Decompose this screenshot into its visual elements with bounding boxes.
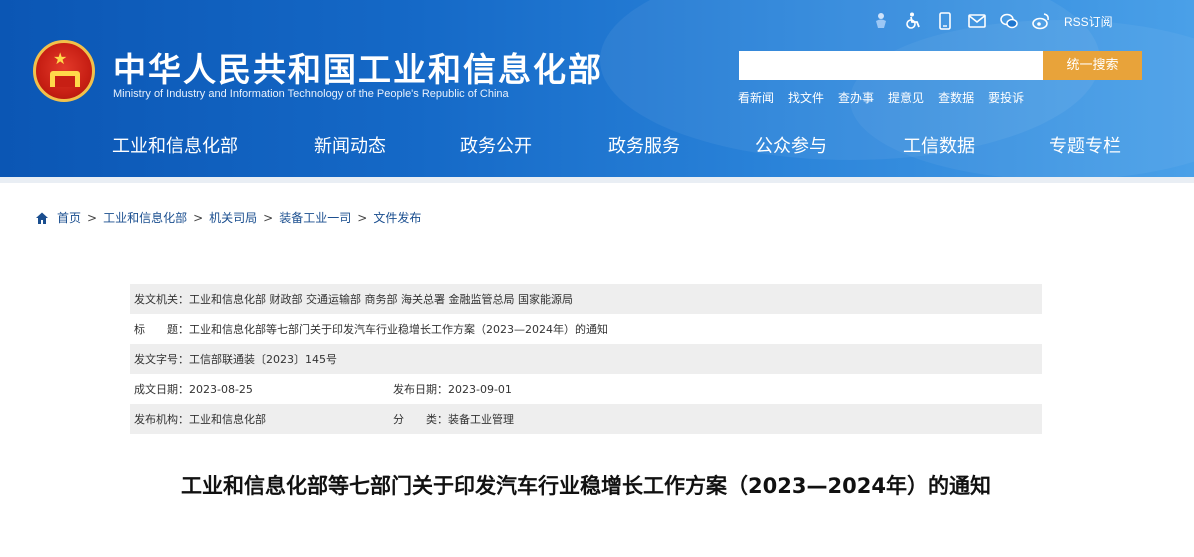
header-divider — [0, 177, 1194, 183]
site-title[interactable]: 中华人民共和国工业和信息化部 — [113, 43, 603, 91]
search-input[interactable] — [739, 51, 1043, 80]
nav-item-services[interactable]: 政务服务 — [608, 132, 680, 158]
main-nav: 工业和信息化部 新闻动态 政务公开 政务服务 公众参与 工信数据 专题专栏 — [0, 126, 1194, 162]
info-row-doc-number: 发文字号：工信部联通装〔2023〕145号 — [130, 344, 1042, 374]
category-value: 分 类：装备工业管理 — [393, 413, 514, 426]
quick-link-news[interactable]: 看新闻 — [738, 89, 774, 106]
publisher-value: 发布机构：工业和信息化部 — [134, 413, 266, 426]
site-header: ★ 中华人民共和国工业和信息化部 Ministry of Industry an… — [0, 0, 1194, 177]
gate-shape — [55, 76, 75, 87]
doc-number-value: 发文字号：工信部联通装〔2023〕145号 — [134, 353, 337, 366]
search-button[interactable]: 统一搜索 — [1043, 51, 1142, 80]
quick-links: 看新闻 找文件 查办事 提意见 查数据 要投诉 — [738, 89, 1038, 106]
published-date-value: 发布日期：2023-09-01 — [393, 383, 512, 396]
title-value: 标 题：工业和信息化部等七部门关于印发汽车行业稳增长工作方案（2023—2024… — [134, 323, 608, 336]
info-row-dates: 成文日期：2023-08-25 发布日期：2023-09-01 — [130, 374, 1042, 404]
created-date-value: 成文日期：2023-08-25 — [134, 383, 253, 396]
article-headline: 工业和信息化部等七部门关于印发汽车行业稳增长工作方案（2023—2024年）的通… — [181, 474, 991, 498]
quick-link-complaint[interactable]: 要投诉 — [988, 89, 1024, 106]
breadcrumb-separator: > — [263, 210, 274, 225]
breadcrumb-separator: > — [87, 210, 98, 225]
wheelchair-icon[interactable] — [904, 12, 922, 30]
nav-item-participation[interactable]: 公众参与 — [755, 132, 827, 158]
quick-link-documents[interactable]: 找文件 — [788, 89, 824, 106]
accessibility-care-icon[interactable] — [872, 12, 890, 30]
info-row-issuer: 发文机关：工业和信息化部 财政部 交通运输部 商务部 海关总署 金融监管总局 国… — [130, 284, 1042, 314]
nav-item-miit[interactable]: 工业和信息化部 — [112, 132, 238, 158]
breadcrumb-separator: > — [193, 210, 204, 225]
breadcrumb-equipment-dept[interactable]: 装备工业一司 — [279, 209, 351, 226]
issuer-value: 发文机关：工业和信息化部 财政部 交通运输部 商务部 海关总署 金融监管总局 国… — [134, 293, 573, 306]
info-row-title: 标 题：工业和信息化部等七部门关于印发汽车行业稳增长工作方案（2023—2024… — [130, 314, 1042, 344]
mobile-icon[interactable] — [936, 12, 954, 30]
nav-item-government-affairs[interactable]: 政务公开 — [460, 132, 532, 158]
breadcrumb-miit[interactable]: 工业和信息化部 — [103, 209, 187, 226]
breadcrumb-separator: > — [357, 210, 368, 225]
breadcrumb-home[interactable]: 首页 — [57, 209, 81, 226]
breadcrumb-document-release[interactable]: 文件发布 — [373, 209, 421, 226]
national-emblem-logo[interactable]: ★ — [33, 40, 95, 102]
breadcrumb-departments[interactable]: 机关司局 — [209, 209, 257, 226]
document-info-table: 发文机关：工业和信息化部 财政部 交通运输部 商务部 海关总署 金融监管总局 国… — [130, 284, 1042, 434]
mail-icon[interactable] — [968, 12, 986, 30]
nav-item-data[interactable]: 工信数据 — [903, 132, 975, 158]
wechat-icon[interactable] — [1000, 12, 1018, 30]
breadcrumb: 首页 > 工业和信息化部 > 机关司局 > 装备工业一司 > 文件发布 — [35, 209, 421, 226]
star-icon: ★ — [53, 49, 68, 68]
quick-link-services[interactable]: 查办事 — [838, 89, 874, 106]
page: ★ 中华人民共和国工业和信息化部 Ministry of Industry an… — [0, 0, 1194, 557]
site-title-english: Ministry of Industry and Information Tec… — [113, 88, 509, 100]
quick-link-feedback[interactable]: 提意见 — [888, 89, 924, 106]
nav-item-news[interactable]: 新闻动态 — [314, 132, 386, 158]
quick-link-data[interactable]: 查数据 — [938, 89, 974, 106]
nav-item-topics[interactable]: 专题专栏 — [1049, 132, 1121, 158]
weibo-icon[interactable] — [1032, 12, 1050, 30]
home-icon — [36, 212, 48, 224]
rss-link[interactable]: RSS订阅 — [1064, 13, 1113, 30]
top-icon-bar: RSS订阅 — [872, 8, 1113, 34]
info-row-publisher: 发布机构：工业和信息化部 分 类：装备工业管理 — [130, 404, 1042, 434]
